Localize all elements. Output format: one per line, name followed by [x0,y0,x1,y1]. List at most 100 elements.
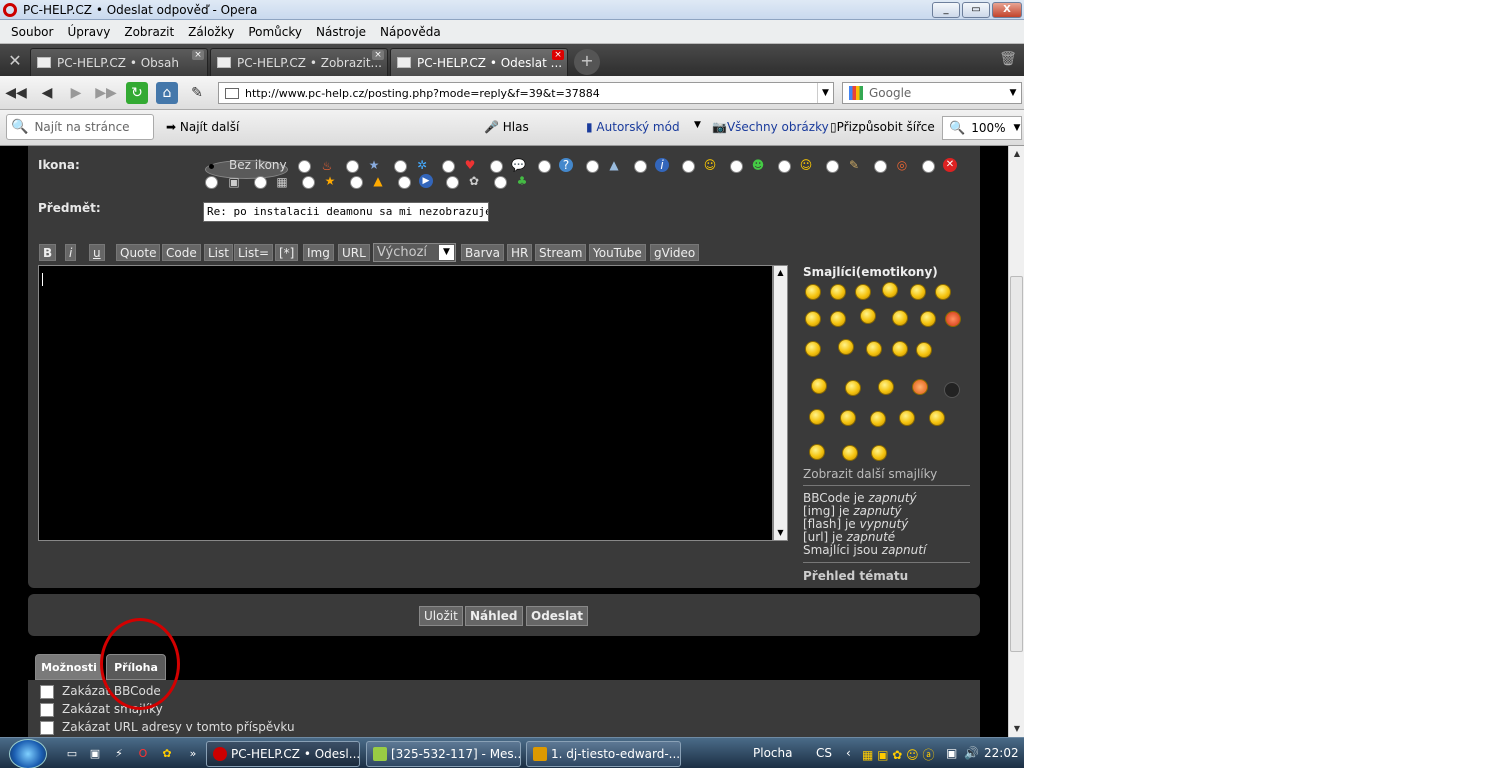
clock[interactable]: 22:02 [984,746,1019,760]
reload-icon[interactable]: ↻ [126,82,148,104]
minimize-button[interactable]: _ [932,2,960,18]
smiley-icon[interactable] [935,284,951,300]
list-ordered-button[interactable]: List= [234,244,274,261]
code-button[interactable]: Code [162,244,201,261]
menu-upravy[interactable]: Úpravy [60,25,117,39]
radio-icon[interactable] [538,160,551,173]
smiley-icon[interactable] [920,311,936,327]
address-field[interactable]: http://www.pc-help.cz/posting.php?mode=r… [218,82,834,104]
hr-button[interactable]: HR [507,244,533,261]
radio-icon[interactable] [446,176,459,189]
disable-bbcode-checkbox[interactable] [40,685,54,699]
radio-icon[interactable] [346,160,359,173]
start-button[interactable] [9,739,47,768]
url-button[interactable]: URL [338,244,370,261]
smiley-icon[interactable] [830,311,846,327]
smiley-icon[interactable] [845,380,861,396]
taskbar-item-winamp[interactable]: 1. dj-tiesto-edward-... [526,741,681,767]
fast-forward-icon[interactable]: ▶▶ [95,82,117,104]
radio-icon[interactable] [350,176,363,189]
radio-icon[interactable] [254,176,267,189]
chevron-down-icon[interactable]: ▼ [817,83,833,103]
smiley-icon[interactable] [945,311,961,327]
subject-input[interactable]: Re: po instalacii deamonu sa mi nezobraz… [203,202,489,222]
smiley-icon[interactable] [860,308,876,324]
smiley-icon[interactable] [882,282,898,298]
maximize-button[interactable]: ▭ [962,2,990,18]
disable-urls-checkbox[interactable] [40,721,54,735]
chevron-down-icon[interactable]: ▼ [694,120,701,130]
quote-button[interactable]: Quote [116,244,161,261]
smiley-icon[interactable] [805,341,821,357]
radio-icon[interactable] [778,160,791,173]
font-size-select[interactable]: Výchozí ▼ [373,243,456,262]
bold-button[interactable]: B [39,244,57,261]
search-field[interactable]: Google ▼ [842,82,1022,104]
smiley-icon[interactable] [809,444,825,460]
radio-icon[interactable] [730,160,743,173]
radio-icon[interactable] [442,160,455,173]
language-indicator[interactable]: CS [816,746,832,760]
smiley-icon[interactable] [811,378,827,394]
message-textarea[interactable] [38,265,773,541]
submit-button[interactable]: Odeslat [526,606,589,626]
scroll-thumb[interactable] [1010,276,1023,652]
smiley-icon[interactable] [871,445,887,461]
taskbar-item-opera[interactable]: PC-HELP.CZ • Odesl... [206,741,360,767]
chevron-right-icon[interactable]: » [186,747,200,761]
gvideo-button[interactable]: gVideo [650,244,700,261]
all-images-button[interactable]: 📷Všechny obrázky [712,120,829,134]
taskbar-item-messenger[interactable]: [325-532-117] - Mes... [366,741,521,767]
trash-icon[interactable]: 🗑 [992,44,1024,76]
desktop-toolbar-label[interactable]: Plocha [753,746,792,760]
new-tab-icon[interactable]: + [574,49,600,75]
scroll-up-icon[interactable]: ▲ [1009,146,1024,162]
chevron-left-icon[interactable]: ‹ [846,746,851,760]
floppy-icon[interactable]: ▣ [88,747,102,761]
save-button[interactable]: Uložit [419,606,463,626]
radio-icon[interactable] [826,160,839,173]
smiley-icon[interactable] [838,339,854,355]
menu-soubor[interactable]: Soubor [4,25,60,39]
disable-smilies-checkbox[interactable] [40,703,54,717]
tab-obsah[interactable]: PC-HELP.CZ • Obsah × [30,48,208,76]
find-input[interactable]: 🔍 Najít na stránce [6,114,154,140]
tray-icons[interactable]: ▦ ▣ ✿ ☺ ⓐ [862,746,935,763]
smiley-icon[interactable] [805,284,821,300]
bbcode-link[interactable]: BBCode [803,491,850,505]
smiley-icon[interactable] [892,341,908,357]
list-item-button[interactable]: [*] [275,244,299,261]
find-next-button[interactable]: ➡ Najít další [166,120,239,134]
scroll-down-icon[interactable]: ▼ [774,526,787,540]
scroll-down-icon[interactable]: ▼ [1009,721,1024,737]
smiley-icon[interactable] [840,410,856,426]
more-smilies-link[interactable]: Zobrazit další smajlíky [803,467,937,481]
smiley-icon[interactable] [929,410,945,426]
back-icon[interactable]: ◀ [36,82,58,104]
page-scrollbar[interactable]: ▲ ▼ [1008,146,1024,737]
menu-nastroje[interactable]: Nástroje [309,25,373,39]
author-mode-button[interactable]: ▮ Autorský mód [586,120,680,134]
smiley-icon[interactable] [809,409,825,425]
underline-button[interactable]: u [89,244,105,261]
radio-icon[interactable] [205,176,218,189]
radio-icon[interactable] [494,176,507,189]
youtube-button[interactable]: YouTube [589,244,646,261]
list-button[interactable]: List [204,244,233,261]
smiley-icon[interactable] [899,410,915,426]
smiley-icon[interactable] [910,284,926,300]
icq-icon[interactable]: ✿ [160,747,174,761]
bomb-icon[interactable] [944,382,960,398]
color-button[interactable]: Barva [461,244,504,261]
tab-zobrazit[interactable]: PC-HELP.CZ • Zobrazit... × [210,48,388,76]
fit-width-button[interactable]: ▯Přizpůsobit šířce [830,120,935,134]
smiley-icon[interactable] [805,311,821,327]
smiley-icon[interactable] [830,284,846,300]
menu-napoveda[interactable]: Nápověda [373,25,448,39]
opera-icon[interactable]: O [136,747,150,761]
network-icon[interactable]: ▣ [946,746,957,760]
smiley-icon[interactable] [866,341,882,357]
home-icon[interactable]: ⌂ [156,82,178,104]
smiley-icon[interactable] [916,342,932,358]
smiley-icon[interactable] [870,411,886,427]
